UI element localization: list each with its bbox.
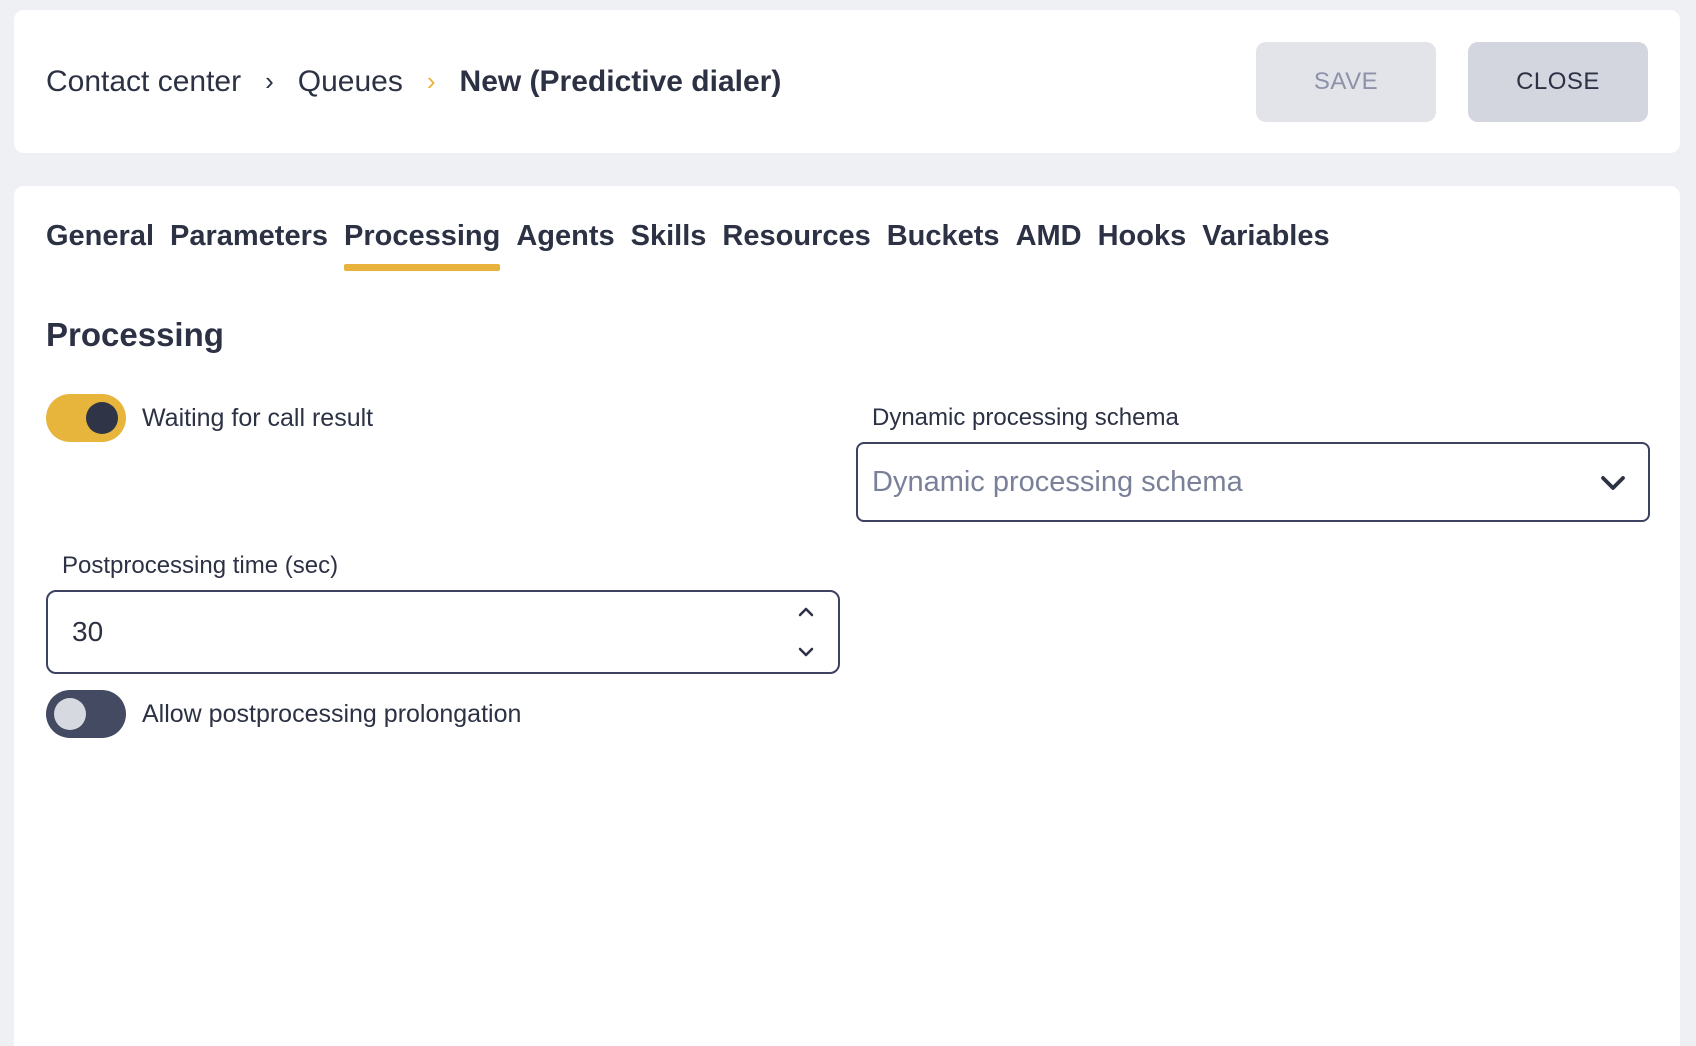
waiting-for-call-result-label: Waiting for call result	[142, 403, 374, 432]
toggle-knob	[54, 698, 86, 730]
save-button[interactable]: SAVE	[1256, 42, 1436, 122]
section-title: Processing	[46, 316, 224, 353]
dynamic-schema-label: Dynamic processing schema	[872, 404, 1179, 431]
tab-processing[interactable]: Processing	[344, 220, 501, 271]
allow-prolongation-label: Allow postprocessing prolongation	[142, 699, 522, 728]
tab-general[interactable]: General	[46, 220, 154, 271]
chevron-down-icon	[1601, 476, 1625, 490]
tab-bar: General Parameters Processing Agents Ski…	[46, 220, 1346, 271]
waiting-for-call-result-row: Waiting for call result	[46, 394, 373, 442]
tab-parameters[interactable]: Parameters	[170, 220, 328, 271]
waiting-for-call-result-toggle[interactable]	[46, 394, 126, 442]
chevron-right-icon: ›	[265, 66, 274, 96]
chevron-down-icon[interactable]	[794, 640, 818, 664]
page-header: Contact center › Queues › New (Predictiv…	[14, 10, 1680, 153]
tab-resources[interactable]: Resources	[722, 220, 870, 271]
toggle-knob	[86, 402, 118, 434]
tab-agents[interactable]: Agents	[516, 220, 614, 271]
breadcrumb-item-contact-center[interactable]: Contact center	[46, 65, 241, 99]
allow-prolongation-toggle[interactable]	[46, 690, 126, 738]
allow-prolongation-row: Allow postprocessing prolongation	[46, 690, 521, 738]
chevron-up-icon[interactable]	[794, 600, 818, 624]
tab-buckets[interactable]: Buckets	[887, 220, 1000, 271]
dynamic-schema-placeholder: Dynamic processing schema	[872, 465, 1243, 498]
breadcrumb-item-current: New (Predictive dialer)	[459, 64, 782, 98]
breadcrumb: Contact center › Queues › New (Predictiv…	[46, 10, 781, 153]
tab-hooks[interactable]: Hooks	[1098, 220, 1187, 271]
chevron-right-icon: ›	[426, 66, 436, 96]
tab-variables[interactable]: Variables	[1202, 220, 1329, 271]
postprocessing-time-input[interactable]: 30	[46, 590, 840, 674]
main-card: General Parameters Processing Agents Ski…	[14, 186, 1680, 1046]
tab-amd[interactable]: AMD	[1016, 220, 1082, 271]
postprocessing-time-value: 30	[72, 616, 104, 647]
close-button[interactable]: CLOSE	[1468, 42, 1648, 122]
tab-skills[interactable]: Skills	[631, 220, 707, 271]
number-stepper	[794, 600, 818, 664]
dynamic-schema-select[interactable]: Dynamic processing schema	[856, 442, 1650, 522]
breadcrumb-item-queues[interactable]: Queues	[298, 65, 403, 99]
postprocessing-time-label: Postprocessing time (sec)	[62, 552, 339, 579]
